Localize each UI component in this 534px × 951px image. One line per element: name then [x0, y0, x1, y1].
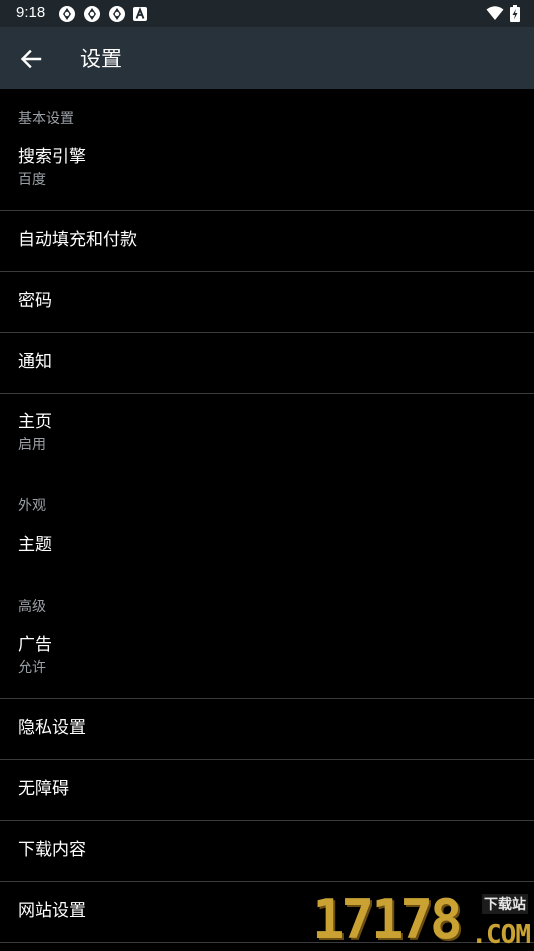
status-system-icons [486, 5, 520, 22]
watermark-top-text: 下载站 [482, 894, 528, 914]
setting-title: 广告 [18, 635, 52, 655]
status-bar: 9:18 [0, 0, 534, 27]
watermark-digits: 17178 [312, 888, 463, 951]
setting-summary: 百度 [18, 172, 46, 188]
setting-autofill-payments[interactable]: 自动填充和付款 [0, 211, 534, 272]
setting-title: 密码 [18, 291, 52, 311]
section-header-basic: 基本设置 [18, 111, 74, 127]
status-time: 9:18 [16, 4, 46, 21]
setting-summary: 启用 [18, 437, 46, 453]
setting-homepage[interactable]: 主页 启用 [0, 394, 534, 476]
setting-title: 通知 [18, 352, 52, 372]
sync-icon [59, 6, 75, 22]
setting-search-engine[interactable]: 搜索引擎 百度 [0, 129, 534, 211]
setting-notifications[interactable]: 通知 [0, 333, 534, 394]
settings-list: 基本设置 搜索引擎 百度 自动填充和付款 密码 通知 主页 启用 外观 主题 高… [0, 89, 534, 943]
status-notification-icons [58, 5, 147, 23]
setting-title: 自动填充和付款 [18, 230, 137, 250]
section-header-appearance: 外观 [18, 498, 46, 514]
wifi-icon [486, 6, 504, 20]
setting-summary: 允许 [18, 660, 46, 676]
font-a-icon [133, 7, 147, 21]
setting-ads[interactable]: 广告 允许 [0, 617, 534, 699]
sync-icon [84, 6, 100, 22]
setting-title: 主页 [18, 412, 52, 432]
setting-downloads[interactable]: 下载内容 [0, 821, 534, 882]
section-header-advanced: 高级 [18, 599, 46, 615]
setting-theme[interactable]: 主题 [0, 516, 534, 577]
watermark-com-text: .COM [471, 920, 531, 950]
battery-charging-icon [510, 5, 520, 22]
setting-title: 无障碍 [18, 779, 69, 799]
page-title: 设置 [80, 47, 122, 71]
setting-title: 搜索引擎 [18, 147, 86, 167]
setting-passwords[interactable]: 密码 [0, 272, 534, 333]
setting-privacy[interactable]: 隐私设置 [0, 699, 534, 760]
watermark-logo: 17178 下载站 .COM [312, 888, 534, 951]
setting-title: 下载内容 [18, 840, 86, 860]
app-bar: 设置 [0, 27, 534, 89]
setting-accessibility[interactable]: 无障碍 [0, 760, 534, 821]
setting-title: 隐私设置 [18, 718, 86, 738]
arrow-back-icon[interactable] [18, 46, 44, 72]
sync-icon [109, 6, 125, 22]
setting-title: 主题 [18, 535, 52, 555]
